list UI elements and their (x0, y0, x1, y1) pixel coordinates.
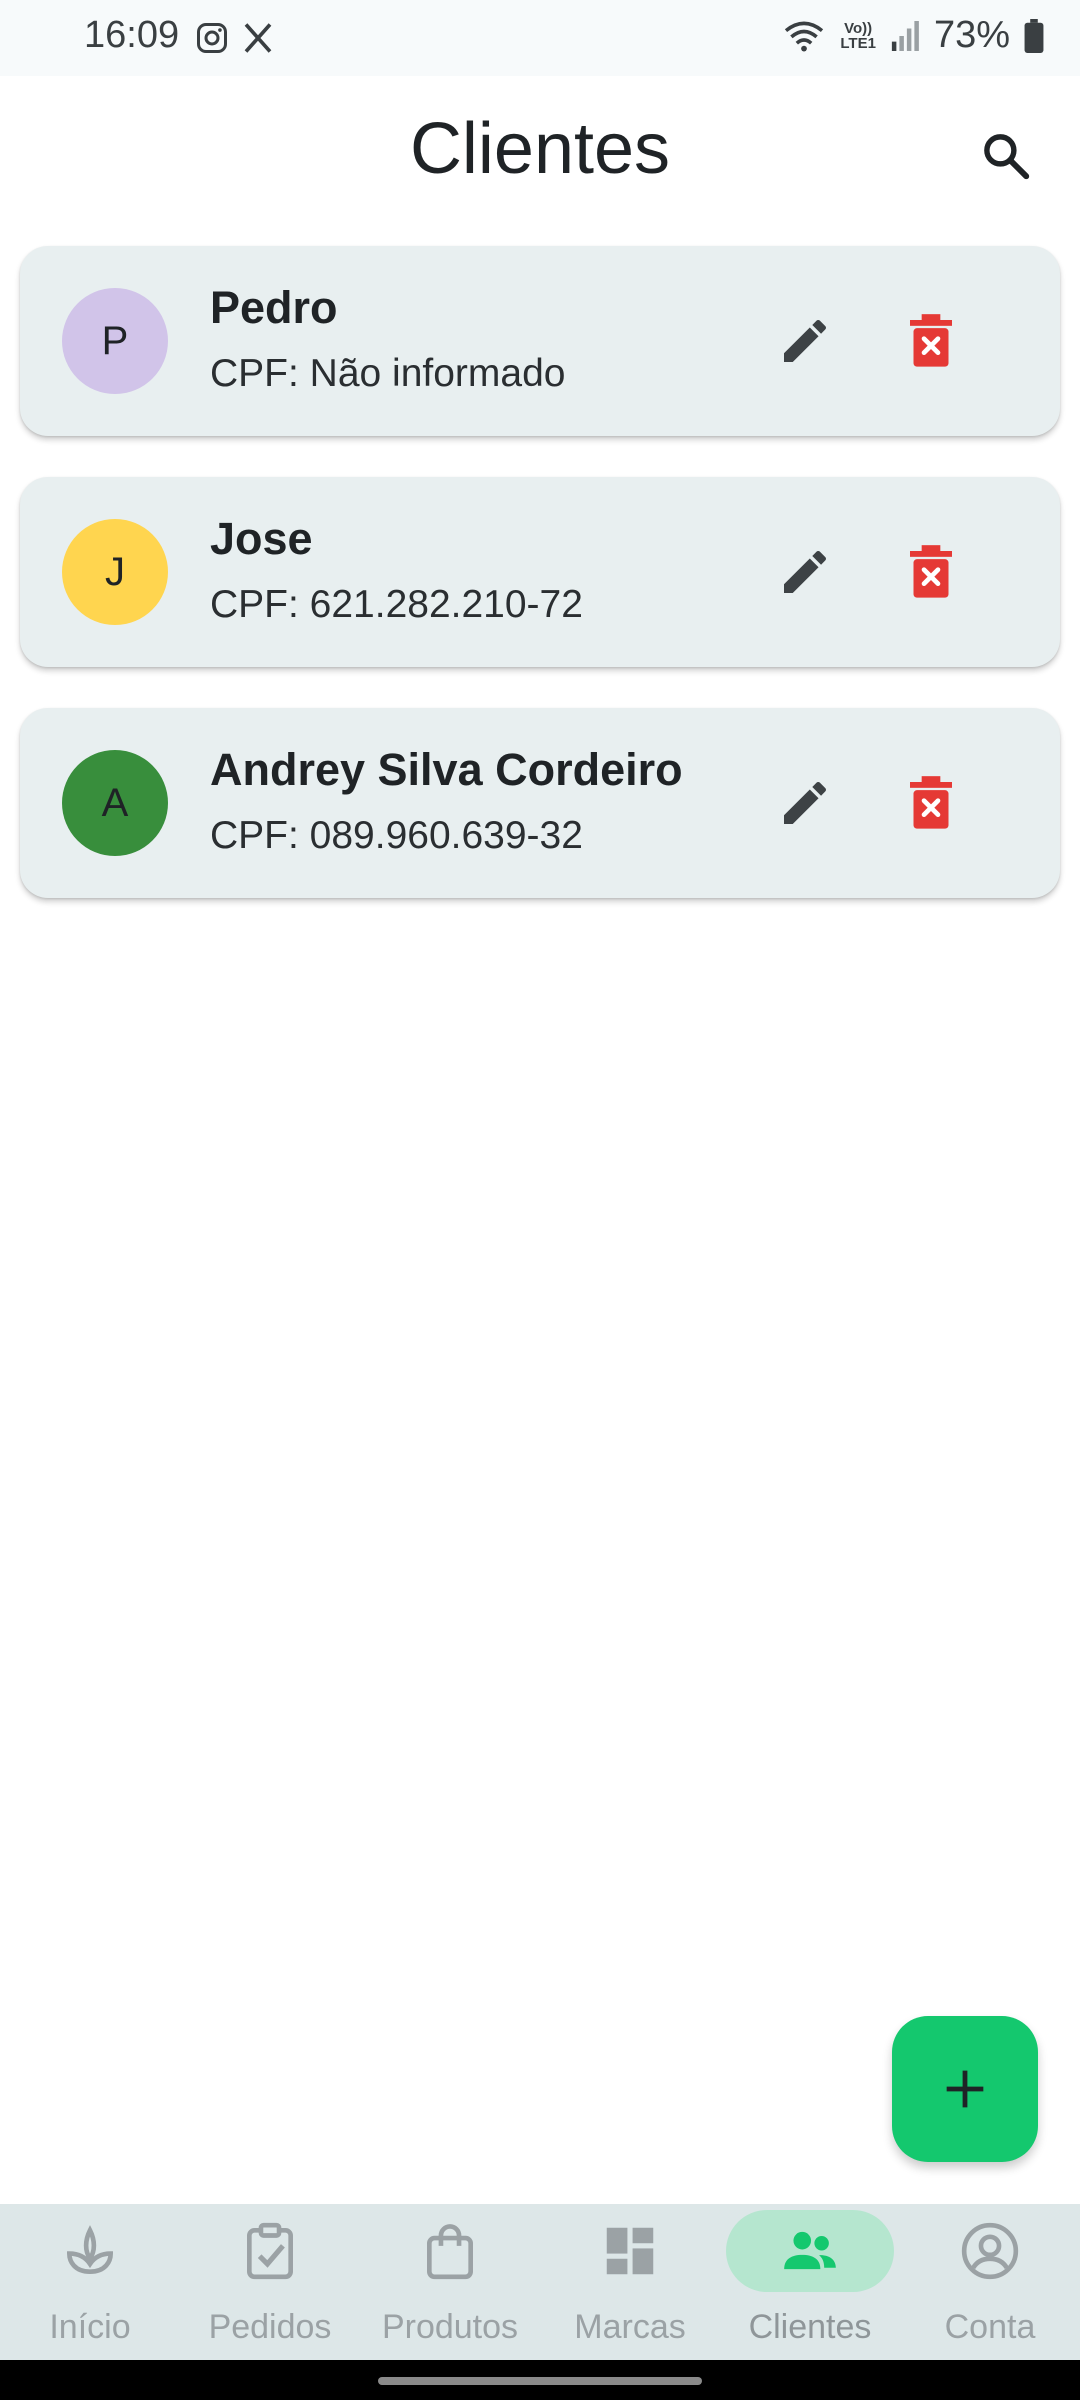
network-type: Vo)) LTE1 (840, 21, 876, 51)
home-gesture-handle[interactable] (378, 2377, 702, 2385)
client-list: P Pedro CPF: Não informado J Jose CPF: 6… (20, 246, 1060, 939)
edit-button[interactable] (760, 527, 850, 617)
plus-icon (946, 2070, 984, 2108)
nav-item-marcas[interactable]: Marcas (540, 2204, 720, 2360)
nav-label: Início (49, 2308, 131, 2346)
client-cpf: CPF: 089.960.639-32 (210, 814, 583, 857)
avatar-initial: J (105, 549, 125, 594)
nav-item-produtos[interactable]: Produtos (360, 2204, 540, 2360)
people-icon (784, 2231, 836, 2270)
battery-icon (1024, 18, 1044, 53)
trash-icon (910, 314, 952, 367)
nav-item-conta[interactable]: Conta (900, 2204, 1080, 2360)
shopping-bag-icon (427, 2224, 473, 2280)
status-bar: 16:09 Vo)) LTE1 73% (0, 0, 1080, 76)
edit-button[interactable] (760, 296, 850, 386)
search-icon (984, 134, 1030, 180)
search-button[interactable] (968, 118, 1044, 194)
clipboard-check-icon (247, 2222, 293, 2280)
nav-label: Produtos (381, 2308, 519, 2346)
avatar: P (62, 288, 168, 394)
account-circle-icon (961, 2222, 1019, 2280)
bottom-nav: Início Pedidos Produtos Marcas Clientes … (0, 2204, 1080, 2360)
nav-label: Pedidos (208, 2308, 332, 2346)
network-label-bottom: LTE1 (840, 34, 876, 52)
avatar: A (62, 750, 168, 856)
avatar-initial: A (101, 780, 129, 825)
instagram-icon (197, 23, 227, 53)
client-name: Jose (210, 513, 313, 564)
client-card[interactable]: A Andrey Silva Cordeiro CPF: 089.960.639… (20, 708, 1060, 898)
wifi-icon (785, 21, 824, 51)
status-right: Vo)) LTE1 73% (782, 14, 1044, 57)
delete-button[interactable] (886, 758, 976, 848)
gesture-bar (0, 2360, 1080, 2400)
nav-item-pedidos[interactable]: Pedidos (180, 2204, 360, 2360)
avatar: J (62, 519, 168, 625)
client-card[interactable]: J Jose CPF: 621.282.210-72 (20, 477, 1060, 667)
nav-item-clientes[interactable]: Clientes (720, 2204, 900, 2360)
client-name: Andrey Silva Cordeiro (210, 744, 683, 795)
nav-label: Conta (944, 2308, 1036, 2346)
client-cpf: CPF: 621.282.210-72 (210, 583, 583, 626)
sprout-icon (67, 2225, 113, 2274)
trash-icon (910, 776, 952, 829)
client-cpf: CPF: Não informado (210, 352, 566, 395)
nav-label: Clientes (748, 2308, 872, 2346)
status-time: 16:09 (84, 14, 180, 56)
app-bar: Clientes (0, 76, 1080, 226)
avatar-initial: P (101, 318, 129, 363)
pencil-icon (784, 550, 827, 593)
client-card[interactable]: P Pedro CPF: Não informado (20, 246, 1060, 436)
page-title: Clientes (409, 109, 671, 189)
add-client-button[interactable] (892, 2016, 1038, 2162)
dashboard-icon (606, 2227, 654, 2275)
x-icon (244, 23, 272, 53)
trash-icon (910, 545, 952, 598)
pencil-icon (784, 781, 827, 824)
delete-button[interactable] (886, 527, 976, 617)
signal-icon (891, 20, 919, 51)
delete-button[interactable] (886, 296, 976, 386)
pencil-icon (784, 319, 827, 362)
client-name: Pedro (210, 282, 338, 333)
network-label-top: Vo)) (844, 19, 873, 37)
edit-button[interactable] (760, 758, 850, 848)
battery-percent: 73% (933, 14, 1010, 56)
nav-item-inicio[interactable]: Início (0, 2204, 180, 2360)
nav-label: Marcas (574, 2308, 686, 2346)
